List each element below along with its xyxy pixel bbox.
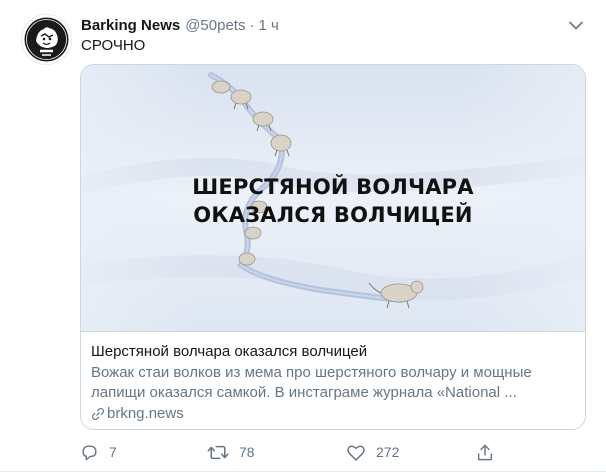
retweet-icon xyxy=(207,445,229,459)
barking-store-logo xyxy=(24,17,69,62)
reply-count: 7 xyxy=(109,444,117,460)
tweet-timestamp[interactable]: 1 ч xyxy=(258,17,278,34)
heart-icon xyxy=(347,445,365,461)
reply-button[interactable]: 7 xyxy=(80,443,207,462)
separator-dot: · xyxy=(249,16,255,34)
author-handle[interactable]: @50pets xyxy=(185,17,245,34)
card-domain[interactable]: brkng.news xyxy=(107,404,184,424)
retweet-count: 78 xyxy=(239,444,255,460)
tweet[interactable]: Barking News @50pets · 1 ч СРОЧНО ШЕРСТЯ… xyxy=(0,0,606,472)
card-description: Вожак стаи волков из мема про шерстяного… xyxy=(91,364,532,401)
like-count: 272 xyxy=(376,444,400,460)
card-link[interactable]: brkng.news xyxy=(91,404,573,424)
retweet-button[interactable]: 78 xyxy=(207,443,346,462)
share-icon xyxy=(477,444,493,460)
tweet-header: Barking News @50pets · 1 ч xyxy=(81,14,586,36)
card-image-caption: ШЕРСТЯНОЙ ВОЛЧАРА ОКАЗАЛСЯ ВОЛЧИЦЕЙ xyxy=(192,175,474,227)
tweet-actions: 7 78 272 xyxy=(80,440,510,464)
author-name[interactable]: Barking News xyxy=(81,17,180,34)
link-icon xyxy=(91,407,105,421)
link-card[interactable]: ШЕРСТЯНОЙ ВОЛЧАРА ОКАЗАЛСЯ ВОЛЧИЦЕЙ Шерс… xyxy=(80,64,586,430)
card-image[interactable]: ШЕРСТЯНОЙ ВОЛЧАРА ОКАЗАЛСЯ ВОЛЧИЦЕЙ xyxy=(81,65,585,331)
card-body[interactable]: Шерстяной волчара оказался волчицей Вожа… xyxy=(81,331,585,429)
card-title[interactable]: Шерстяной волчара оказался волчицей xyxy=(91,342,573,362)
reply-icon xyxy=(82,444,97,460)
avatar[interactable] xyxy=(21,14,72,65)
chevron-down-icon[interactable] xyxy=(566,15,586,35)
tweet-text: СРОЧНО xyxy=(81,37,146,54)
like-button[interactable]: 272 xyxy=(346,443,476,462)
share-button[interactable] xyxy=(476,443,506,462)
